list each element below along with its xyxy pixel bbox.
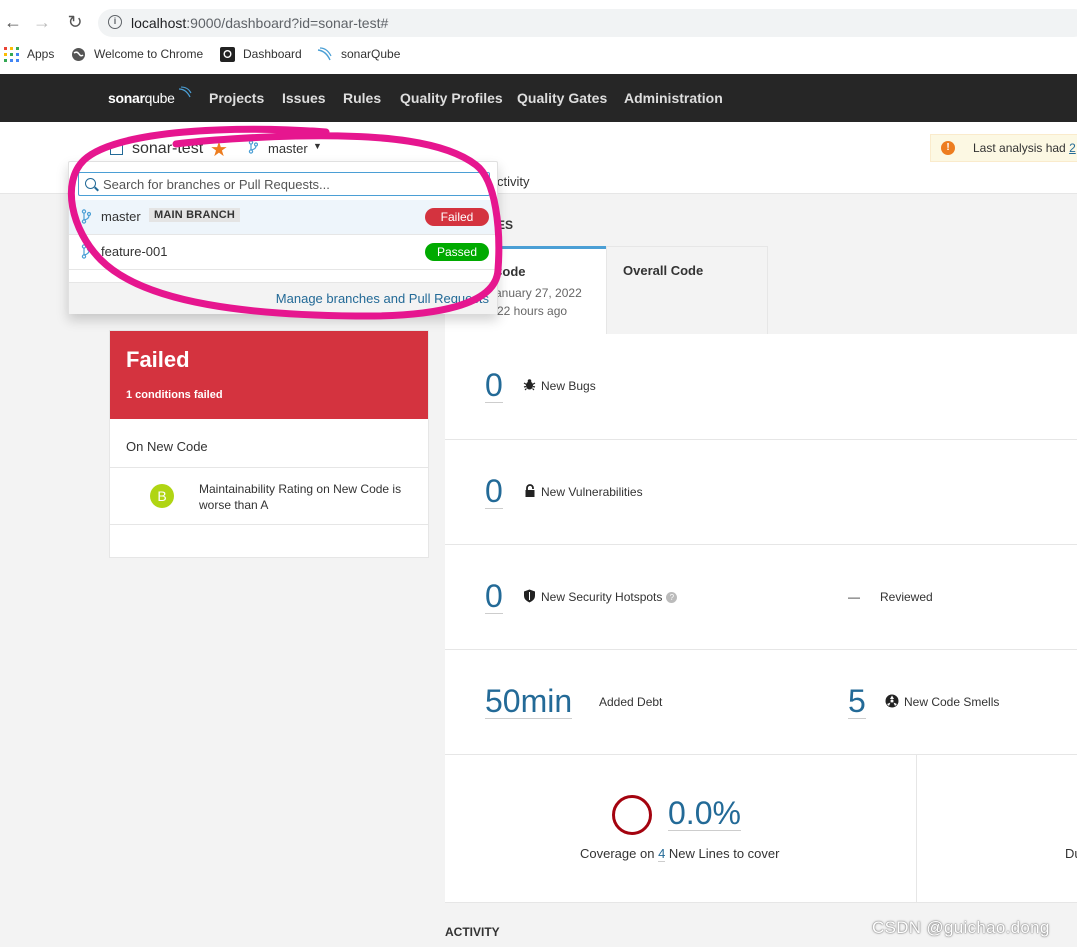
branch-name: feature-001 <box>101 244 168 259</box>
on-new-code-heading: On New Code <box>126 439 208 454</box>
bookmark-welcome[interactable]: Welcome to Chrome <box>94 47 203 61</box>
sonarqube-icon <box>317 47 332 61</box>
bug-icon <box>523 378 536 394</box>
branch-name: master <box>101 209 141 224</box>
nav-rules[interactable]: Rules <box>343 90 381 106</box>
quality-gate-conditions: 1 conditions failed <box>126 389 223 401</box>
warning-icon: ! <box>941 141 955 155</box>
nav-issues[interactable]: Issues <box>282 90 326 106</box>
debt-label: Added Debt <box>599 695 663 709</box>
shield-icon <box>523 589 536 606</box>
debt-card: 50min Added Debt 5 New Code Smells <box>445 650 1077 755</box>
analysis-warning: ! Last analysis had 2 <box>930 134 1077 162</box>
vulnerabilities-card: 0 New Vulnerabilities <box>445 440 1077 545</box>
hotspots-value[interactable]: 0 <box>485 579 503 614</box>
warning-text: Last analysis had <box>973 141 1070 155</box>
code-smells-value[interactable]: 5 <box>848 684 866 719</box>
divider <box>69 269 497 270</box>
bugs-value[interactable]: 0 <box>485 368 503 403</box>
bookmarks-bar: Apps Welcome to Chrome Dashboard sonarQu… <box>0 44 1077 66</box>
status-badge: Failed <box>425 208 489 226</box>
quality-gate-status: Failed 1 conditions failed <box>110 331 428 419</box>
coverage-suffix: New Lines to cover <box>665 846 780 861</box>
tab-new-code-date: anuary 27, 2022 <box>495 286 582 300</box>
branch-item-feature-001[interactable]: feature-001 Passed <box>69 235 497 269</box>
dropdown-footer: Manage branches and Pull Requests <box>69 282 497 314</box>
branch-icon <box>81 244 91 259</box>
forward-arrow-icon[interactable]: → <box>29 9 55 35</box>
coverage-donut <box>612 795 652 835</box>
nav-projects[interactable]: Projects <box>209 90 264 106</box>
project-name[interactable]: sonar-test <box>132 140 203 158</box>
top-navigation: sonarqube Projects Issues Rules Quality … <box>0 74 1077 122</box>
divider <box>110 524 428 525</box>
nav-quality-gates[interactable]: Quality Gates <box>517 90 607 106</box>
github-icon <box>220 47 235 62</box>
hotspots-card: 0 New Security Hotspots? — Reviewed <box>445 545 1077 650</box>
warning-link[interactable]: 2 <box>1069 141 1076 155</box>
address-bar[interactable]: i localhost:9000/dashboard?id=sonar-test… <box>98 9 1077 37</box>
quality-gate-panel: Failed 1 conditions failed On New Code B… <box>109 330 429 558</box>
help-icon[interactable]: ? <box>666 592 678 604</box>
url-text[interactable]: localhost:9000/dashboard?id=sonar-test# <box>131 15 388 31</box>
tab-new-code-ago: 22 hours ago <box>497 304 568 318</box>
hotspots-label: New Security Hotspots <box>541 590 663 604</box>
globe-icon <box>72 48 85 61</box>
favorite-star-icon[interactable]: ★ <box>210 137 228 162</box>
failed-condition[interactable]: Maintainability Rating on New Code is wo… <box>199 481 421 513</box>
reload-icon[interactable]: ↻ <box>62 9 88 35</box>
main-branch-badge: MAIN BRANCH <box>149 208 241 222</box>
branch-selector[interactable]: master <box>268 141 308 156</box>
divider <box>916 755 917 903</box>
debt-value[interactable]: 50min <box>485 684 573 719</box>
rating-badge: B <box>150 484 174 508</box>
logo-waves-icon <box>178 86 192 98</box>
bookmark-sonarqube[interactable]: sonarQube <box>341 47 400 61</box>
duplications-label: Du <box>1065 846 1077 861</box>
tab-activity[interactable]: ctivity <box>497 174 530 189</box>
nav-administration[interactable]: Administration <box>624 90 723 106</box>
divider <box>110 467 428 468</box>
bugs-label: New Bugs <box>541 379 596 393</box>
vulnerabilities-value[interactable]: 0 <box>485 474 503 509</box>
branch-search-input[interactable] <box>103 176 483 193</box>
tab-overall-title: Overall Code <box>623 263 704 278</box>
branch-item-master[interactable]: master MAIN BRANCH Failed <box>69 200 497 234</box>
branch-icon <box>248 140 258 154</box>
coverage-value[interactable]: 0.0% <box>668 796 741 831</box>
project-icon <box>110 144 123 155</box>
browser-chrome: ← → ↻ i localhost:9000/dashboard?id=sona… <box>0 0 1077 74</box>
tab-overall-code[interactable]: Overall Code <box>606 246 768 334</box>
coverage-prefix: Coverage on <box>580 846 659 861</box>
code-smell-icon <box>885 694 899 711</box>
vulnerabilities-label: New Vulnerabilities <box>541 485 643 499</box>
apps-grid-icon[interactable] <box>4 47 19 62</box>
nav-quality-profiles[interactable]: Quality Profiles <box>400 90 503 106</box>
branch-icon <box>81 209 91 224</box>
watermark: CSDN @guichao.dong <box>872 918 1050 937</box>
reviewed-label: Reviewed <box>880 590 933 604</box>
manage-branches-link[interactable]: Manage branches and Pull Requests <box>276 291 489 306</box>
branch-dropdown: master MAIN BRANCH Failed feature-001 Pa… <box>68 161 498 314</box>
activity-header: ACTIVITY <box>445 925 500 939</box>
measures-header: ES <box>497 218 514 232</box>
reviewed-value: — <box>848 590 860 604</box>
status-badge: Passed <box>425 243 489 261</box>
back-arrow-icon[interactable]: ← <box>0 9 26 35</box>
branch-search-box[interactable] <box>78 172 490 196</box>
caret-down-icon[interactable]: ▼ <box>313 141 322 151</box>
sonarqube-logo[interactable]: sonarqube <box>108 86 192 106</box>
lock-icon <box>524 484 536 501</box>
code-smells-label: New Code Smells <box>904 695 1000 709</box>
quality-gate-status-title: Failed <box>126 347 190 372</box>
bookmark-dashboard[interactable]: Dashboard <box>243 47 302 61</box>
bookmark-apps[interactable]: Apps <box>27 47 54 61</box>
coverage-card: 0.0% Coverage on 4 New Lines to cover Du <box>445 755 1077 903</box>
search-icon <box>85 178 96 189</box>
bugs-card: 0 New Bugs <box>445 334 1077 440</box>
info-icon[interactable]: i <box>108 15 122 29</box>
